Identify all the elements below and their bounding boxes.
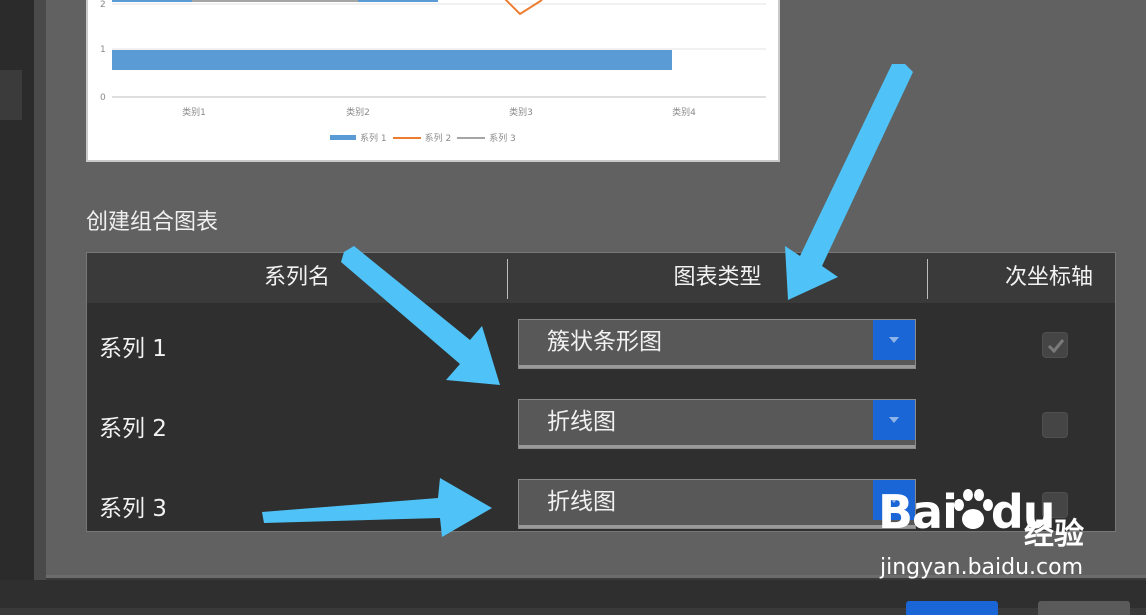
chart-type-select-series-1[interactable]: 簇状条形图 (518, 319, 916, 369)
legend-label-series-2: 系列 2 (424, 134, 452, 144)
header-separator (927, 259, 928, 299)
paw-icon (954, 489, 993, 529)
select-underline (519, 365, 915, 368)
x-tick-label: 类别1 (182, 106, 206, 118)
row-series-name-1: 系列 1 (99, 336, 167, 362)
select-underline (519, 445, 915, 448)
section-title: 创建组合图表 (86, 210, 219, 235)
select-underline (519, 525, 915, 528)
row-series-name-3: 系列 3 (99, 496, 167, 522)
legend-label-series-3: 系列 3 (489, 134, 516, 144)
y-tick-label: 2 (100, 0, 106, 10)
panel-divider (34, 0, 46, 580)
y-tick-label: 0 (100, 93, 106, 103)
header-secondary-axis: 次坐标轴 (1005, 265, 1094, 290)
checkmark-icon (1047, 339, 1065, 354)
watermark-brand: 经验 (1024, 517, 1084, 552)
x-tick-label: 类别4 (672, 106, 696, 118)
legend-swatch-series-1 (330, 135, 356, 140)
secondary-axis-checkbox-series-2[interactable] (1042, 412, 1068, 438)
legend-item-series-2: 系列 2 (392, 131, 452, 144)
header-chart-type: 图表类型 (673, 265, 762, 290)
line-series-3 (192, 0, 358, 2)
sidebar-tab[interactable] (0, 70, 22, 120)
chart-type-value: 折线图 (547, 409, 616, 435)
secondary-axis-checkbox-series-1[interactable] (1042, 332, 1068, 358)
line-series-2 (504, 0, 543, 16)
bar-series-1 (112, 50, 672, 70)
y-tick-label: 1 (100, 45, 106, 55)
chart-type-value: 簇状条形图 (547, 329, 662, 355)
baidu-jingyan-watermark: Bai du 经验 jingyan.baidu.com (878, 485, 1146, 585)
cancel-button[interactable] (1038, 601, 1130, 615)
legend-swatch-series-3 (457, 136, 486, 139)
ok-button[interactable] (906, 601, 998, 615)
legend-item-series-1: 系列 1 (330, 131, 387, 144)
legend-swatch-series-2 (392, 136, 421, 139)
chart-type-value: 折线图 (547, 489, 616, 515)
chart-type-select-series-3[interactable]: 折线图 (518, 479, 916, 529)
chart-legend: 系列 1 系列 2 系列 3 (330, 131, 516, 144)
x-tick-label: 类别3 (509, 106, 533, 118)
dropdown-button[interactable] (873, 320, 915, 360)
left-sidebar (0, 0, 34, 580)
watermark-url: jingyan.baidu.com (880, 555, 1084, 580)
dropdown-button[interactable] (873, 400, 915, 440)
chart-preview: 0 1 2 类别1 类别2 类别3 类别4 系列 1 系列 2 系列 3 (86, 0, 780, 162)
legend-item-series-3: 系列 3 (457, 131, 516, 144)
chevron-down-icon (889, 337, 899, 343)
table-header: 系列名 图表类型 次坐标轴 (87, 253, 1115, 303)
row-series-name-2: 系列 2 (99, 416, 167, 442)
legend-label-series-1: 系列 1 (360, 134, 387, 144)
chart-type-select-series-2[interactable]: 折线图 (518, 399, 916, 449)
chevron-down-icon (889, 417, 899, 423)
header-series-name: 系列名 (263, 265, 330, 290)
x-tick-label: 类别2 (346, 106, 370, 118)
